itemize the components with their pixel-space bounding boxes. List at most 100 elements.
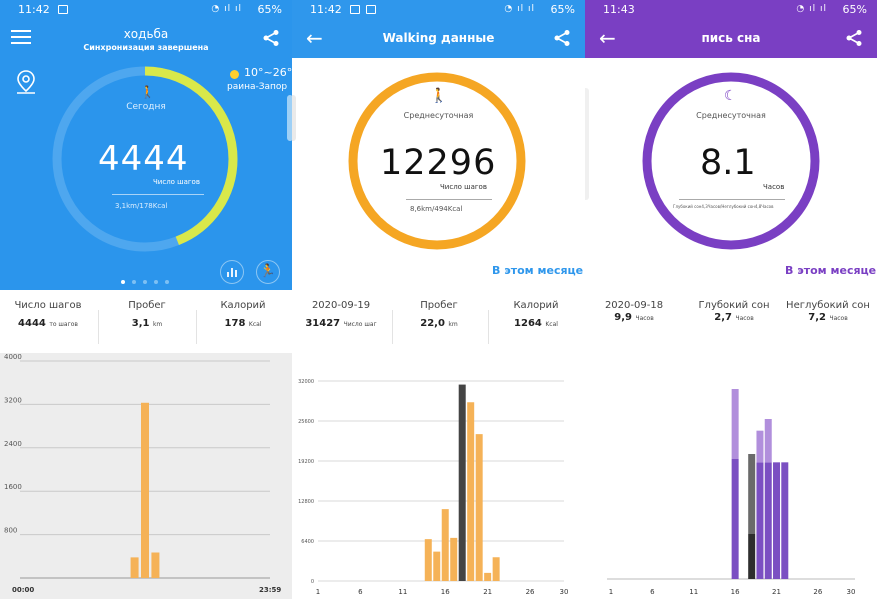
x-tick-label: 6 — [358, 588, 363, 596]
this-month-link[interactable]: В этом месяце — [785, 264, 876, 277]
stat-label: Число шагов — [14, 300, 82, 311]
stat-value: 9,9 Часов — [599, 312, 669, 323]
x-tick-label: 26 — [526, 588, 535, 596]
this-month-link[interactable]: В этом месяце — [492, 264, 583, 277]
deep-sleep-bar — [764, 462, 772, 579]
prev-screen-edge[interactable] — [292, 95, 296, 141]
monthly-steps-svg: 06400128001920025600320001 6 11 16 21 26 30 — [298, 379, 569, 596]
walking-icon: 🚶 — [140, 85, 155, 99]
page-title: Walking данные — [382, 31, 495, 45]
notification-icon — [350, 5, 360, 14]
sync-status: Синхронизация завершена — [83, 43, 209, 52]
stat-value: 178 Kcal — [203, 318, 283, 329]
steps-today-screen: 11:42 ◔ ıl ıl 65% ходьба Синхронизация з… — [0, 0, 292, 599]
distance-kcal: 8,6km/494Kcal — [410, 205, 463, 213]
x-tick-label: 26 — [813, 588, 822, 596]
x-tick-label: 30 — [560, 588, 569, 596]
stat-label: Пробег — [128, 300, 166, 311]
daily-stats: 2020-09-18 9,9 Часов Глубокий сон 2,7 Ча… — [585, 300, 877, 350]
bar — [151, 552, 160, 578]
stat-unit: Часов — [829, 315, 848, 322]
status-bar: 11:42 ◔ ıl ıl 65% — [0, 0, 292, 20]
walking-data-screen: 11:42 ◔ ıl ıl 65% ← Walking данные 🚶 Сре… — [292, 0, 585, 599]
status-time: 11:43 — [603, 3, 635, 16]
deep-sleep-bar — [773, 462, 781, 579]
stat-number: 31427 — [305, 318, 341, 329]
y-tick-label: 32000 — [298, 379, 314, 385]
share-icon[interactable] — [845, 29, 863, 52]
bar — [467, 402, 475, 581]
stat-value: 3,1 km — [107, 318, 187, 329]
x-tick-label: 1 — [316, 588, 320, 596]
stat-unit: то шагов — [49, 321, 78, 328]
distance-kcal: 3,1km/178Kcal — [115, 202, 168, 210]
y-tick-label: 0 — [311, 579, 314, 585]
x-tick-label: 1 — [609, 588, 613, 596]
ring-divider — [112, 194, 204, 195]
light-sleep-bar — [764, 419, 772, 463]
deep-sleep-bar — [781, 462, 789, 579]
bar — [141, 402, 149, 578]
light-sleep-bar — [756, 430, 764, 463]
divider — [488, 310, 489, 344]
y-tick-label: 800 — [4, 527, 17, 535]
x-tick-label: 16 — [731, 588, 740, 596]
stat-value: 2,7 Часов — [689, 312, 779, 323]
stat-number: 22,0 — [420, 318, 445, 329]
average-sleep-hours: 8.1 — [700, 143, 756, 183]
stat-unit: Часов — [635, 315, 654, 322]
battery-level: 65% — [257, 3, 282, 16]
signal-icon: ◔ ıl ıl — [211, 4, 242, 14]
weather-temp: 10°~26° — [244, 66, 292, 79]
stat-value: 31427 Число шаг — [296, 318, 386, 329]
bar — [492, 557, 500, 581]
run-button[interactable]: 🏃 — [256, 260, 280, 284]
stat-value: 1264 Kcal — [494, 318, 578, 329]
bar — [458, 384, 466, 581]
hourly-steps-svg: 800 1600 2400 3200 4000 00:00 23:59 — [4, 353, 281, 594]
divider — [196, 310, 197, 344]
signal-icon: ◔ ıl ıl — [796, 4, 827, 14]
stat-number: 178 — [224, 318, 246, 329]
stat-number: 2,7 — [714, 312, 732, 323]
location-pin-icon[interactable] — [14, 69, 38, 99]
y-tick-label: 2400 — [4, 440, 22, 448]
x-tick-label: 21 — [772, 588, 781, 596]
share-icon[interactable] — [262, 29, 280, 52]
today-label: Сегодня — [126, 102, 166, 112]
stat-distance: Пробег 3,1 km — [107, 300, 187, 329]
monthly-sleep-svg: 1 6 11 16 21 26 30 — [607, 389, 856, 596]
stat-number: 1264 — [514, 318, 542, 329]
average-sleep-label: Часов — [763, 183, 785, 191]
status-bar: 11:43 ◔ ıl ıl 65% — [585, 0, 877, 20]
y-tick-label: 12800 — [298, 499, 314, 505]
bar — [433, 551, 441, 581]
y-tick-label: 19200 — [298, 459, 314, 465]
page-indicator[interactable] — [121, 269, 169, 288]
status-time: 11:42 — [18, 3, 50, 16]
steps-count: 4444 — [98, 139, 189, 179]
stat-unit: Kcal — [545, 321, 558, 328]
prev-screen-edge[interactable] — [585, 88, 589, 200]
hourly-steps-chart: 800 1600 2400 3200 4000 00:00 23:59 — [0, 353, 292, 599]
status-bar: 11:42 ◔ ıl ıl 65% — [292, 0, 585, 20]
page-title: пись сна — [701, 31, 761, 45]
y-tick-label: 25600 — [298, 419, 314, 425]
chart-button[interactable] — [220, 260, 244, 284]
share-icon[interactable] — [553, 29, 571, 52]
x-tick-label: 6 — [650, 588, 655, 596]
stat-number: 4444 — [18, 318, 46, 329]
sleep-breakdown: Глубокий сон4,3Часов/Неглубокий сон4,8Ча… — [673, 204, 774, 209]
stat-label: Неглубокий сон — [786, 300, 870, 311]
average-steps-label: Число шагов — [440, 183, 487, 191]
x-tick-label: 30 — [847, 588, 856, 596]
x-tick-label: 11 — [689, 588, 698, 596]
stat-distance: Пробег 22,0 km — [399, 300, 479, 329]
bar — [475, 434, 483, 581]
average-steps: 12296 — [380, 143, 497, 183]
bar — [424, 539, 432, 581]
stat-best-day: 2020-09-18 9,9 Часов — [599, 300, 669, 323]
monthly-steps-chart: 0 6400 12800 19200 25600 32000 1 6 11 16 21 26 30 — [292, 353, 585, 599]
y-tick-label: 4000 — [4, 353, 22, 361]
y-tick-label: 1600 — [4, 483, 22, 491]
